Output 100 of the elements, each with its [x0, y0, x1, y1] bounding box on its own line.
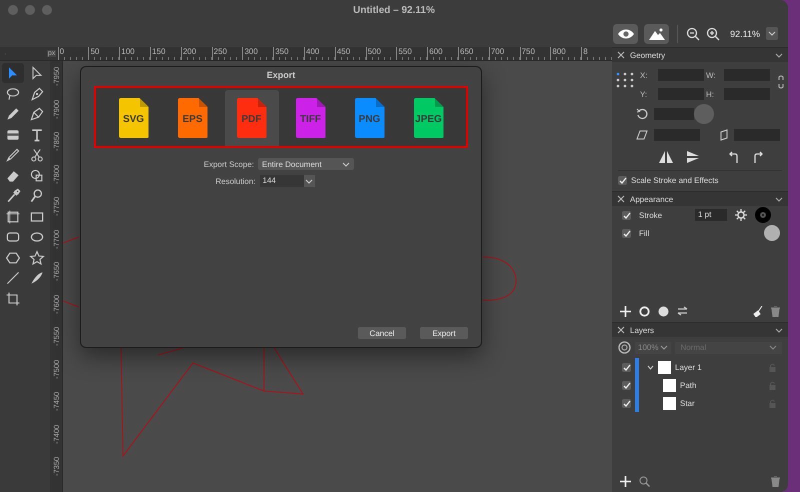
- eye-icon: [616, 28, 635, 40]
- file-format-icon: PDF: [236, 98, 266, 138]
- zoom-level-text: 92.11%: [730, 28, 760, 38]
- layer-thumbnail: [663, 396, 676, 410]
- layer-name: Layer 1: [675, 362, 702, 372]
- rotate-left-icon[interactable]: [728, 151, 740, 163]
- lasso-icon: [5, 86, 21, 102]
- pen-nib-icon: [29, 86, 45, 102]
- trash-icon[interactable]: [771, 306, 780, 316]
- chevron-icon[interactable]: [775, 52, 783, 58]
- link-icon[interactable]: [778, 75, 784, 89]
- ring-icon[interactable]: [639, 306, 650, 316]
- eye-button[interactable]: [613, 24, 638, 44]
- ruler-label: 200: [182, 47, 196, 57]
- file-format-icon: TIFF: [296, 98, 326, 138]
- ruler-label: 400: [305, 47, 320, 57]
- zoom-in-icon[interactable]: [706, 26, 720, 40]
- scissors-icon: [29, 147, 45, 163]
- checkbox[interactable]: [622, 362, 631, 372]
- stroke-width-field[interactable]: 1 pt: [695, 209, 727, 221]
- close-icon[interactable]: [617, 51, 625, 59]
- export-scope-label: Export Scope:: [202, 160, 254, 168]
- text-icon: [29, 126, 45, 142]
- file-format-icon: SVG: [118, 98, 148, 138]
- ruler-label: 700: [490, 47, 504, 57]
- ruler-label: 100: [120, 47, 135, 57]
- close-icon[interactable]: [617, 326, 625, 334]
- shape-builder-icon: [29, 168, 45, 184]
- checkbox[interactable]: [622, 380, 631, 390]
- ruler-label: 550: [397, 47, 412, 57]
- flip-vertical-icon[interactable]: [686, 150, 700, 164]
- file-format-icon: JPEG: [414, 98, 444, 138]
- arrow-tool-button[interactable]: [2, 63, 24, 83]
- layer-thumbnail: [663, 378, 676, 392]
- format-tab[interactable]: PNG: [342, 90, 396, 146]
- zoom-out-icon[interactable]: [686, 26, 700, 40]
- checkbox[interactable]: [622, 210, 631, 220]
- skew-icon: [636, 130, 648, 140]
- checkbox-label: Scale Stroke and Effects: [631, 176, 718, 185]
- swap-icon[interactable]: [677, 306, 688, 316]
- field-label: Y:: [640, 90, 648, 98]
- magnifier-icon: [29, 188, 45, 204]
- add-icon[interactable]: [620, 476, 631, 486]
- stroke-swatch[interactable]: [755, 207, 771, 223]
- checkbox[interactable]: [622, 228, 631, 238]
- rotate-right-icon[interactable]: [752, 151, 764, 163]
- export-button[interactable]: Export: [420, 327, 468, 339]
- ruler-label: 50: [89, 47, 100, 57]
- broom-icon[interactable]: [753, 306, 763, 316]
- opacity-dropdown[interactable]: 100%: [635, 342, 672, 354]
- ruler-label: 150: [151, 47, 166, 57]
- format-tab[interactable]: JPEG: [402, 90, 456, 146]
- caret-icon: [768, 31, 776, 36]
- mountain-image-button[interactable]: [644, 24, 670, 44]
- crop-icon: [5, 290, 21, 306]
- layer-name: Path: [680, 380, 696, 390]
- format-tab[interactable]: SVG: [106, 90, 160, 146]
- export-scope-dropdown[interactable]: Entire Document: [258, 158, 354, 170]
- appearance-label: Stroke: [639, 210, 664, 220]
- resolution-dropdown[interactable]: [304, 175, 314, 187]
- file-format-icon: PNG: [354, 98, 384, 138]
- caret-icon: [769, 345, 777, 350]
- chevron-icon[interactable]: [775, 196, 783, 202]
- format-tab[interactable]: EPS: [166, 90, 220, 146]
- anchor-grid-icon[interactable]: [616, 72, 634, 88]
- add-icon[interactable]: [620, 306, 631, 316]
- resolution-label: Resolution:: [214, 176, 256, 186]
- search-icon[interactable]: [639, 476, 650, 486]
- rotation-field[interactable]: [654, 108, 694, 120]
- field-label: W:: [706, 70, 717, 80]
- mountain-icon: [648, 28, 666, 40]
- dialog-title: Export: [266, 69, 296, 82]
- ruler-label: 650: [459, 47, 474, 57]
- cancel-button[interactable]: Cancel: [358, 327, 406, 339]
- zoom-dropdown[interactable]: [766, 27, 778, 40]
- layer-thumbnail: [658, 360, 671, 374]
- caret-icon: [342, 162, 350, 166]
- fill-swatch[interactable]: [764, 225, 780, 241]
- format-tab[interactable]: PDF: [224, 90, 278, 146]
- circle-icon[interactable]: [658, 306, 669, 316]
- eyedropper-icon: [5, 188, 21, 204]
- checkbox[interactable]: [618, 176, 627, 185]
- chevron-icon[interactable]: [775, 328, 783, 332]
- brush-icon: [5, 147, 21, 163]
- flip-horizontal-icon[interactable]: [658, 151, 674, 163]
- settings-icon[interactable]: [735, 209, 747, 221]
- appearance-label: Fill: [639, 228, 650, 238]
- panel-title: Appearance: [630, 194, 674, 204]
- caret-icon: [305, 178, 313, 184]
- checkbox[interactable]: [622, 398, 631, 408]
- resolution-field[interactable]: 144: [260, 175, 304, 187]
- panel-title: Geometry: [630, 50, 666, 60]
- trash-icon[interactable]: [771, 476, 780, 486]
- field-label: H:: [706, 90, 715, 98]
- ruler-label: 0: [58, 47, 64, 57]
- close-icon[interactable]: [617, 195, 625, 203]
- layer-name: Star: [680, 398, 695, 408]
- format-tab[interactable]: TIFF: [284, 90, 338, 146]
- chevron-icon[interactable]: [647, 364, 654, 370]
- ruler-label: 350: [274, 47, 289, 57]
